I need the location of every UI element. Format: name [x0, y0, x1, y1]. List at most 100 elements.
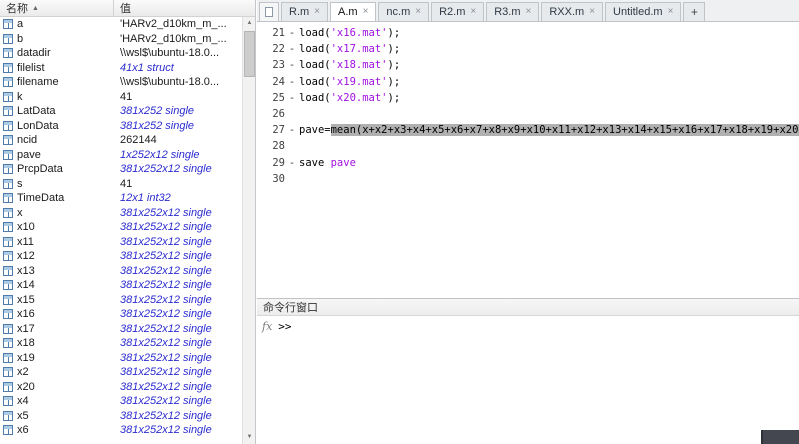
workspace-row[interactable]: datadir\\wsl$\ubuntu-18.0... — [0, 46, 242, 61]
workspace-row[interactable]: x6381x252x12 single — [0, 423, 242, 438]
editor-tab-r-m[interactable]: R.m× — [281, 2, 328, 21]
line-number[interactable]: 23 — [257, 59, 285, 71]
editor-tab-untitled-m[interactable]: Untitled.m× — [605, 2, 681, 21]
variable-value: 381x252x12 single — [113, 366, 242, 378]
workspace-row[interactable]: PrcpData381x252x12 single — [0, 162, 242, 177]
workspace-row[interactable]: x14381x252x12 single — [0, 278, 242, 293]
workspace-row[interactable]: a'HARv2_d10km_m_... — [0, 17, 242, 32]
taskbar-fragment — [761, 430, 799, 444]
close-icon[interactable]: × — [470, 7, 476, 17]
workspace-row[interactable]: pave1x252x12 single — [0, 148, 242, 163]
code-text: ); — [388, 27, 401, 39]
workspace-row[interactable]: x18381x252x12 single — [0, 336, 242, 351]
editor-tab-nc-m[interactable]: nc.m × — [378, 2, 429, 21]
close-icon[interactable]: × — [589, 7, 595, 17]
variable-name: x11 — [17, 236, 113, 248]
workspace-row[interactable]: s41 — [0, 177, 242, 192]
workspace-row[interactable]: x10381x252x12 single — [0, 220, 242, 235]
variable-value: 381x252x12 single — [113, 279, 242, 291]
close-icon[interactable]: × — [415, 7, 421, 17]
line-number[interactable]: 24 — [257, 76, 285, 88]
workspace-variable-list: a'HARv2_d10km_m_...b'HARv2_d10km_m_...da… — [0, 17, 242, 444]
workspace-row[interactable]: x12381x252x12 single — [0, 249, 242, 264]
editor-tab-r3-m[interactable]: R3.m× — [486, 2, 539, 21]
close-icon[interactable]: × — [526, 7, 532, 17]
variable-grid-icon — [3, 295, 13, 305]
workspace-row[interactable]: x381x252x12 single — [0, 206, 242, 221]
scrollbar-thumb[interactable] — [244, 31, 255, 77]
workspace-row[interactable]: filelist41x1 struct — [0, 61, 242, 76]
breakpoint-dash[interactable]: - — [285, 43, 299, 55]
workspace-row[interactable]: x20381x252x12 single — [0, 380, 242, 395]
editor-tab-rxx-m[interactable]: RXX.m× — [541, 2, 603, 21]
string-literal: 'x20.mat' — [331, 92, 388, 104]
workspace-row[interactable]: x11381x252x12 single — [0, 235, 242, 250]
line-number[interactable]: 29 — [257, 157, 285, 169]
fx-icon[interactable]: fx — [262, 320, 272, 333]
line-number[interactable]: 27 — [257, 124, 285, 136]
new-tab-button[interactable]: + — [683, 2, 705, 21]
workspace-scrollbar[interactable]: ▲ ▼ — [242, 17, 255, 444]
code-text: load( — [299, 76, 331, 88]
code-editor[interactable]: 21-load('x16.mat');22-load('x17.mat');23… — [257, 22, 799, 298]
line-number[interactable]: 26 — [257, 108, 285, 120]
workspace-row[interactable]: x17381x252x12 single — [0, 322, 242, 337]
breakpoint-dash[interactable]: - — [285, 92, 299, 104]
workspace-row[interactable]: LonData381x252 single — [0, 119, 242, 134]
code-line: 27-pave=mean(x+x2+x3+x4+x5+x6+x7+x8+x9+x… — [257, 122, 799, 138]
breakpoint-dash[interactable]: - — [285, 27, 299, 39]
line-number[interactable]: 25 — [257, 92, 285, 104]
scroll-down-icon[interactable]: ▼ — [243, 431, 256, 444]
workspace-row[interactable]: filename\\wsl$\ubuntu-18.0... — [0, 75, 242, 90]
workspace-row[interactable]: ncid262144 — [0, 133, 242, 148]
line-number[interactable]: 22 — [257, 43, 285, 55]
breakpoint-dash[interactable]: - — [285, 157, 299, 169]
value-column-header[interactable]: 值 — [114, 0, 255, 16]
line-number[interactable]: 30 — [257, 173, 285, 185]
editor-panel: R.m×A.m×nc.m×R2.m×R3.m×RXX.m×Untitled.m×… — [257, 0, 799, 444]
variable-grid-icon — [3, 251, 13, 261]
code-line: 25-load('x20.mat'); — [257, 90, 799, 106]
workspace-row[interactable]: x16381x252x12 single — [0, 307, 242, 322]
command-window[interactable]: fx>> — [257, 316, 799, 444]
line-number[interactable]: 21 — [257, 27, 285, 39]
breakpoint-dash[interactable]: - — [285, 124, 299, 136]
scroll-up-icon[interactable]: ▲ — [243, 17, 256, 30]
variable-name: x2 — [17, 366, 113, 378]
workspace-row[interactable]: x13381x252x12 single — [0, 264, 242, 279]
variable-name: TimeData — [17, 192, 113, 204]
variable-name: a — [17, 18, 113, 30]
command-window-title: 命令行窗口 — [263, 299, 318, 315]
close-icon[interactable]: × — [668, 7, 674, 17]
variable-grid-icon — [3, 425, 13, 435]
close-icon[interactable]: × — [363, 7, 369, 17]
workspace-row[interactable]: x2381x252x12 single — [0, 365, 242, 380]
editor-tab-bar: R.m×A.m×nc.m×R2.m×R3.m×RXX.m×Untitled.m×… — [257, 0, 799, 22]
variable-name: b — [17, 33, 113, 45]
variable-grid-icon — [3, 121, 13, 131]
workspace-row[interactable]: x15381x252x12 single — [0, 293, 242, 308]
workspace-row[interactable]: x19381x252x12 single — [0, 351, 242, 366]
selected-text: mean(x+x2+x3+x4+x5+x6+x7+x8+x9+x10+x11+x… — [331, 124, 799, 136]
tab-label: nc.m — [386, 6, 410, 18]
breakpoint-dash[interactable]: - — [285, 76, 299, 88]
breakpoint-dash[interactable]: - — [285, 59, 299, 71]
code-line: 26 — [257, 106, 799, 122]
variable-name: LonData — [17, 120, 113, 132]
workspace-row[interactable]: b'HARv2_d10km_m_... — [0, 32, 242, 47]
editor-tab-a-m[interactable]: A.m× — [330, 2, 376, 21]
variable-grid-icon — [3, 48, 13, 58]
editor-tab-r2-m[interactable]: R2.m× — [431, 2, 484, 21]
workspace-row[interactable]: TimeData12x1 int32 — [0, 191, 242, 206]
variable-name: x19 — [17, 352, 113, 364]
name-column-header[interactable]: 名称 ▲ — [0, 0, 114, 16]
close-icon[interactable]: × — [314, 7, 320, 17]
workspace-row[interactable]: LatData381x252 single — [0, 104, 242, 119]
line-number[interactable]: 28 — [257, 140, 285, 152]
workspace-row[interactable]: x4381x252x12 single — [0, 394, 242, 409]
variable-name: PrcpData — [17, 163, 113, 175]
variable-name: x13 — [17, 265, 113, 277]
workspace-row[interactable]: k41 — [0, 90, 242, 105]
variable-grid-icon — [3, 77, 13, 87]
workspace-row[interactable]: x5381x252x12 single — [0, 409, 242, 424]
